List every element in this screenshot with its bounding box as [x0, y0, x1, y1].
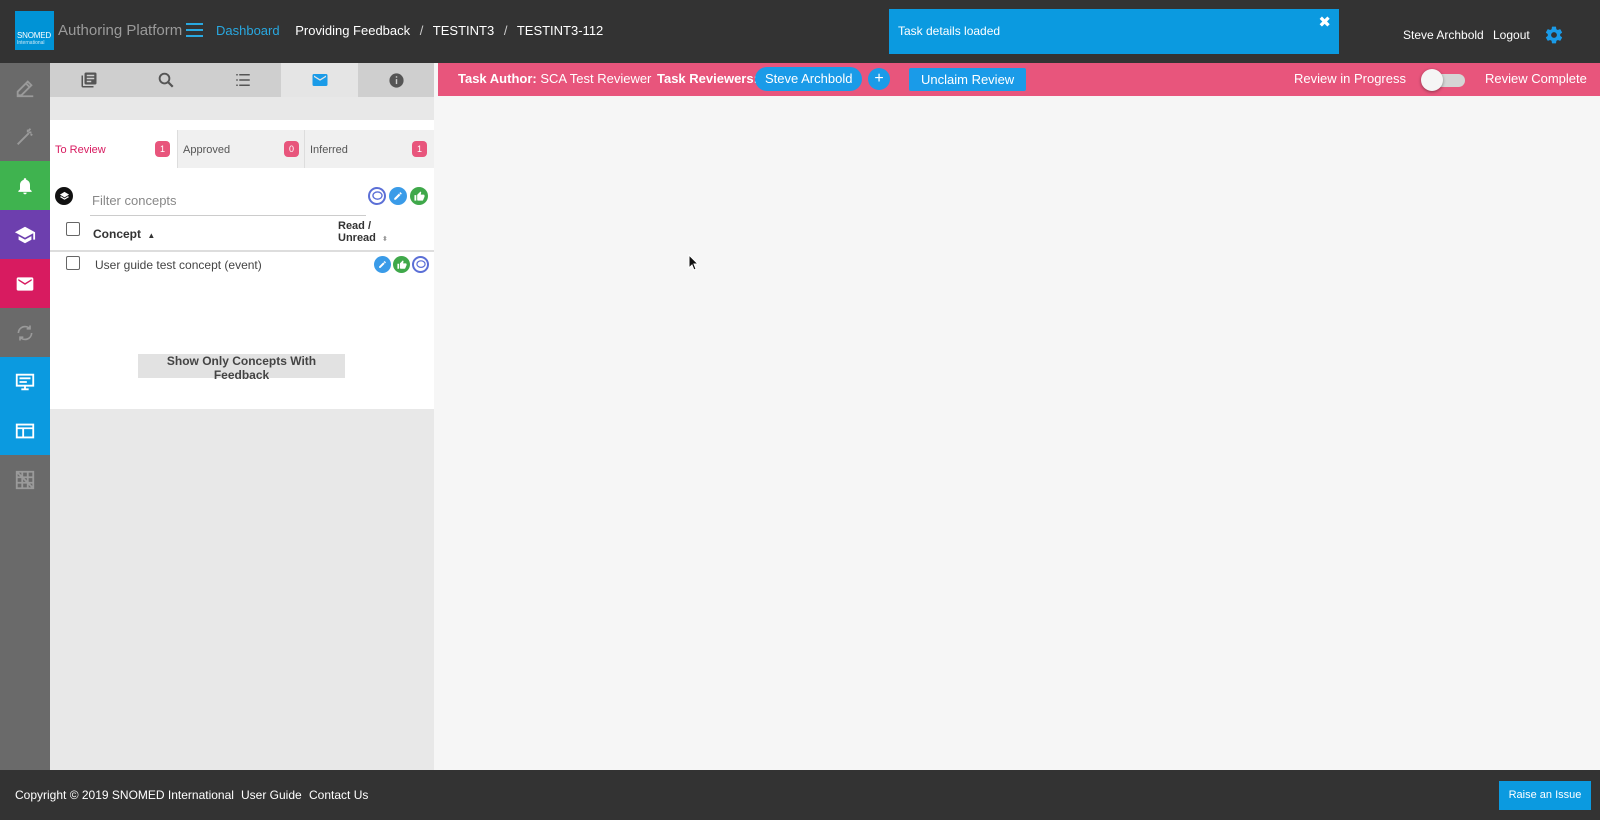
mouse-cursor-icon: [688, 254, 700, 271]
nav-magic[interactable]: [0, 112, 50, 161]
count-badge: 1: [412, 141, 427, 157]
tab-inferred[interactable]: Inferred 1: [304, 130, 434, 168]
footer: Copyright © 2019 SNOMED International Us…: [0, 770, 1600, 820]
count-badge: 0: [284, 141, 299, 157]
nav-feedback[interactable]: [0, 259, 50, 308]
row-checkbox[interactable]: [66, 256, 80, 270]
left-nav: [0, 63, 50, 770]
info-icon: [389, 72, 404, 88]
gear-icon[interactable]: [1544, 25, 1564, 45]
tab-feedback[interactable]: [281, 63, 358, 97]
sort-asc-icon: ▲: [147, 231, 156, 240]
review-in-progress-label: Review in Progress: [1294, 71, 1406, 86]
envelope-icon: [16, 276, 34, 291]
list-icon: [235, 74, 250, 86]
close-icon[interactable]: ✖: [1318, 13, 1331, 31]
tab-taxonomy[interactable]: [50, 63, 127, 97]
menu-icon[interactable]: [186, 23, 203, 37]
tab-to-review[interactable]: To Review 1: [50, 130, 176, 168]
top-header: SNOMED International Authoring Platform …: [0, 0, 1600, 63]
monitor-icon: [15, 373, 35, 390]
logout-link[interactable]: Logout: [1493, 28, 1530, 42]
breadcrumb-branch[interactable]: TESTINT3: [433, 23, 494, 38]
breadcrumb-separator: /: [503, 23, 508, 38]
tab-label: Inferred: [310, 144, 348, 156]
breadcrumb-task[interactable]: TESTINT3-112: [517, 23, 603, 38]
breadcrumb-project[interactable]: Providing Feedback: [295, 23, 410, 38]
sort-icon: ⬍: [381, 236, 388, 243]
nav-edit[interactable]: [0, 63, 50, 112]
nav-sync[interactable]: [0, 308, 50, 357]
reviewer-chip[interactable]: Steve Archbold: [755, 67, 863, 91]
breadcrumb-separator: /: [419, 23, 424, 38]
task-reviewers-label: Task Reviewers:: [657, 71, 758, 86]
column-concept[interactable]: Concept ▲: [93, 227, 155, 241]
tab-search[interactable]: [127, 63, 204, 97]
search-icon: [158, 72, 174, 88]
logo-text: SNOMED: [17, 31, 51, 40]
tab-list[interactable]: [204, 63, 281, 97]
window-icon: [15, 423, 35, 438]
grid-off-icon: [15, 470, 35, 489]
nav-window[interactable]: [0, 406, 50, 455]
task-author-value: SCA Test Reviewer: [540, 71, 652, 86]
nav-grid[interactable]: [0, 455, 50, 504]
approve-filter-icon[interactable]: [410, 187, 428, 205]
tab-label: Approved: [183, 144, 231, 156]
contact-us-link[interactable]: Contact Us: [309, 788, 368, 802]
column-read-unread[interactable]: Read / Unread ⬍: [338, 220, 388, 246]
toast-message: Task details loaded: [898, 24, 1001, 38]
show-feedback-only-button[interactable]: Show Only Concepts With Feedback: [138, 354, 345, 382]
comment-icon[interactable]: [412, 256, 429, 273]
notification-toast: Task details loaded ✖: [889, 9, 1339, 54]
logo-subtext: International: [17, 40, 45, 46]
unclaim-review-button[interactable]: Unclaim Review: [909, 68, 1027, 91]
nav-monitor[interactable]: [0, 357, 50, 406]
concept-name[interactable]: User guide test concept (event): [95, 258, 262, 272]
envelope-icon: [312, 74, 327, 86]
edit-filter-icon[interactable]: [389, 187, 407, 205]
select-all-checkbox[interactable]: [66, 222, 80, 236]
comment-filter-icon[interactable]: [368, 187, 386, 205]
app-title: Authoring Platform: [58, 22, 183, 39]
review-status-toggle[interactable]: [1421, 68, 1468, 91]
edit-icon: [16, 79, 34, 97]
raise-issue-button[interactable]: Raise an Issue: [1499, 781, 1591, 810]
magic-wand-icon: [17, 127, 33, 145]
user-name: Steve Archbold: [1403, 28, 1484, 42]
review-complete-label: Review Complete: [1485, 71, 1587, 86]
graduation-cap-icon: [14, 226, 36, 243]
count-badge: 1: [155, 141, 170, 157]
tab-label: To Review: [55, 144, 106, 156]
copyright: Copyright © 2019 SNOMED International: [15, 788, 234, 802]
tab-approved[interactable]: Approved 0: [177, 130, 304, 168]
sync-icon: [17, 325, 33, 340]
layers-icon[interactable]: [55, 187, 73, 205]
approve-icon[interactable]: [393, 256, 410, 273]
review-filter-tabs: To Review 1 Approved 0 Inferred 1: [50, 130, 434, 168]
table-row[interactable]: User guide test concept (event): [50, 254, 434, 276]
add-reviewer-button[interactable]: +: [868, 68, 890, 90]
edit-icon[interactable]: [374, 256, 391, 273]
sidebar-tabs: [50, 63, 434, 97]
filter-concepts-input[interactable]: [90, 185, 366, 216]
snomed-logo[interactable]: SNOMED International: [15, 11, 54, 50]
task-author: Task Author: SCA Test Reviewer: [458, 71, 652, 86]
tab-info[interactable]: [358, 63, 435, 97]
task-review-bar: Task Author: SCA Test Reviewer Task Revi…: [438, 63, 1600, 96]
nav-notifications[interactable]: [0, 161, 50, 210]
concept-table-header: Concept ▲ Read / Unread ⬍: [50, 218, 434, 252]
user-guide-link[interactable]: User Guide: [241, 788, 302, 802]
filter-row: [50, 185, 434, 216]
breadcrumb-dashboard[interactable]: Dashboard: [216, 23, 280, 38]
book-icon: [81, 72, 96, 88]
nav-education[interactable]: [0, 210, 50, 259]
bell-icon: [18, 177, 32, 194]
breadcrumb: Dashboard Providing Feedback / TESTINT3 …: [216, 23, 603, 38]
